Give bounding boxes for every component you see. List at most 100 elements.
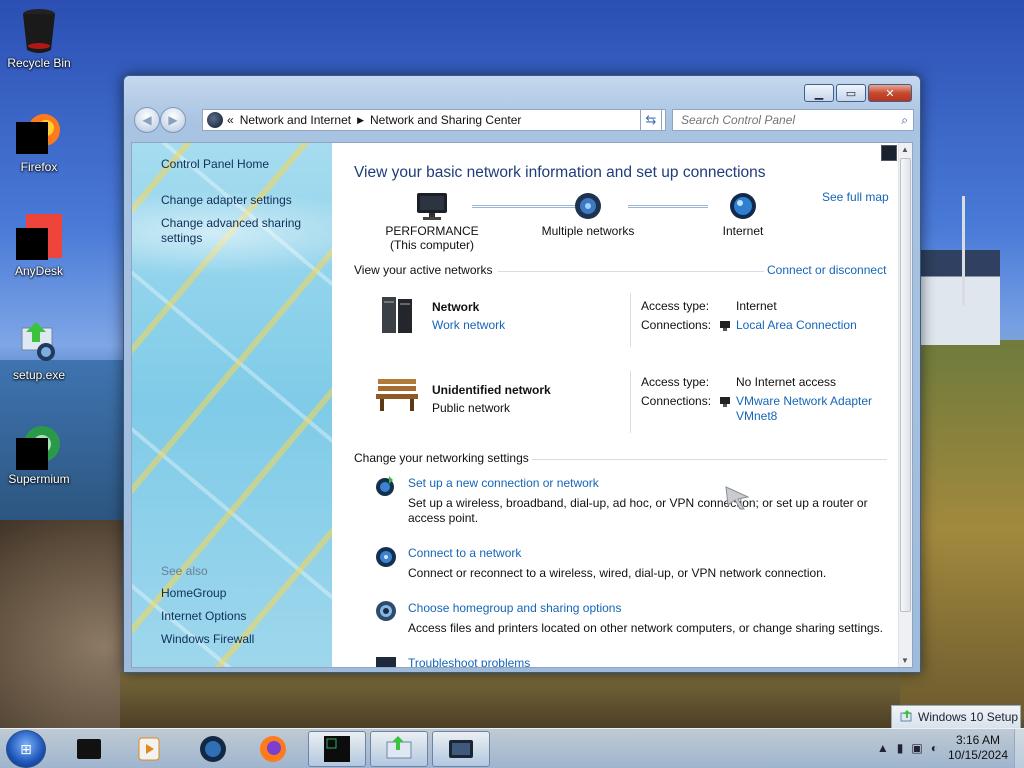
main-panel: View your basic network information and … [332, 143, 900, 667]
desktop-icon-supermium[interactable]: Supermium [4, 422, 74, 486]
toast-label: Windows 10 Setup [918, 710, 1019, 724]
back-arrow-icon: ◀ [142, 113, 152, 127]
taskbar-item-setup[interactable] [370, 731, 428, 767]
address-overflow-chevron[interactable]: « [227, 113, 234, 127]
maximize-button[interactable]: ▭ [836, 84, 866, 102]
windows-setup-toast[interactable]: Windows 10 Setup [891, 705, 1021, 729]
homegroup-sharing-desc: Access files and printers located on oth… [408, 621, 883, 635]
forward-button[interactable]: ▶ [160, 107, 186, 133]
network-divider [630, 293, 631, 347]
search-icon[interactable]: ⌕ [901, 113, 908, 128]
troubleshoot-icon [374, 653, 398, 667]
clock[interactable]: 3:16 AM 10/15/2024 [948, 733, 1008, 763]
tray-expand-icon[interactable]: ▲ [877, 741, 889, 755]
connect-disconnect-link[interactable]: Connect or disconnect [767, 263, 886, 277]
network-2-name: Unidentified network [432, 383, 551, 397]
network-2-access-label: Access type: [641, 375, 710, 389]
tray-network-icon[interactable]: ▣ [911, 741, 922, 755]
map-multiple-networks[interactable]: Multiple networks [528, 191, 648, 238]
vertical-scrollbar[interactable]: ▲ ▼ [898, 143, 912, 667]
minimize-button[interactable]: ▁ [804, 84, 834, 102]
multiple-networks-icon [575, 193, 601, 219]
help-icon[interactable] [881, 145, 897, 161]
taskbar-item-firefox[interactable] [244, 731, 302, 767]
vmware-adapter-line1: VMware Network Adapter [736, 394, 873, 408]
desktop-icon-anydesk[interactable]: AnyDesk [4, 214, 74, 278]
ethernet-adapter-icon [718, 394, 732, 411]
desktop-icon-firefox[interactable]: Firefox [4, 110, 74, 174]
start-button[interactable]: ⊞ [6, 730, 46, 768]
firefox-icon [260, 736, 286, 762]
setup-icon [900, 709, 914, 725]
desktop-icon-recycle-bin[interactable]: Recycle Bin [4, 6, 74, 70]
anydesk-icon [16, 214, 62, 260]
terminal-icon [324, 736, 350, 762]
search-input[interactable] [673, 110, 883, 130]
public-network-bench-icon [374, 373, 420, 413]
network-1-type-link[interactable]: Work network [432, 318, 505, 332]
tray-volume-icon[interactable]: ◐ [931, 741, 938, 755]
vmware-adapter-link[interactable]: VMware Network Adapter VMnet8 [736, 394, 872, 424]
show-desktop-button[interactable] [1014, 729, 1024, 768]
vmware-adapter-line2: VMnet8 [736, 409, 778, 423]
breadcrumb-arrow-icon[interactable]: ▶ [357, 115, 364, 126]
firefox-icon [16, 110, 62, 156]
troubleshoot-link[interactable]: Troubleshoot problems [408, 656, 530, 667]
refresh-button[interactable]: ⇆ [640, 109, 662, 131]
tray-app-icon[interactable]: ▮ [897, 741, 904, 755]
map-internet[interactable]: Internet [688, 191, 798, 238]
homegroup-sharing-link[interactable]: Choose homegroup and sharing options [408, 601, 621, 615]
sidebar-homegroup[interactable]: HomeGroup [161, 586, 226, 601]
back-button[interactable]: ◀ [134, 107, 160, 133]
sidebar-windows-firewall[interactable]: Windows Firewall [161, 632, 254, 647]
scroll-up-icon[interactable]: ▲ [901, 145, 909, 154]
maximize-icon: ▭ [845, 87, 857, 100]
see-full-map-link[interactable]: See full map [822, 190, 889, 204]
connect-network-icon [374, 545, 398, 572]
taskbar-item-terminal[interactable] [308, 731, 366, 767]
recycle-bin-icon [16, 6, 62, 53]
map-multiple-networks-label: Multiple networks [541, 224, 635, 238]
network-globe-icon [200, 736, 226, 762]
networking-settings-heading: Change your networking settings [354, 451, 529, 465]
sidebar-internet-options[interactable]: Internet Options [161, 609, 246, 624]
map-computer-sub: (This computer) [389, 238, 475, 252]
taskbar-item-control-panel[interactable] [432, 731, 490, 767]
section-divider [498, 271, 764, 272]
sidebar-change-advanced-sharing[interactable]: Change advanced sharing settings [161, 216, 311, 246]
active-networks-heading: View your active networks [354, 263, 493, 277]
close-button[interactable]: ✕ [868, 84, 912, 102]
map-computer-name: PERFORMANCE [385, 224, 479, 238]
task-desc-line: access point. [408, 511, 479, 525]
network-server-icon [380, 295, 416, 335]
forward-arrow-icon: ▶ [168, 113, 178, 127]
breadcrumb-network-sharing-center[interactable]: Network and Sharing Center [370, 113, 521, 127]
setup-new-connection-desc: Set up a wireless, broadband, dial-up, a… [408, 496, 868, 526]
scroll-thumb[interactable] [900, 158, 911, 612]
network-2-type: Public network [432, 401, 511, 415]
connect-to-network-link[interactable]: Connect to a network [408, 546, 521, 560]
control-panel-icon [449, 740, 473, 758]
homegroup-icon [374, 599, 398, 626]
desktop-icon-setup-exe[interactable]: setup.exe [4, 318, 74, 382]
network-location-icon [207, 112, 223, 128]
wallpaper-flagpole [962, 196, 965, 306]
desktop-icon-label: Supermium [8, 472, 70, 486]
scroll-down-icon[interactable]: ▼ [901, 656, 909, 665]
map-this-computer[interactable]: PERFORMANCE (This computer) [372, 191, 492, 252]
local-area-connection-link[interactable]: Local Area Connection [736, 318, 857, 332]
breadcrumb-network-and-internet[interactable]: Network and Internet [240, 113, 351, 127]
sidebar-control-panel-home[interactable]: Control Panel Home [161, 157, 269, 172]
taskbar-item-media-player[interactable] [120, 731, 178, 767]
setup-new-connection-link[interactable]: Set up a new connection or network [408, 476, 599, 490]
map-internet-label: Internet [722, 224, 764, 238]
page-title: View your basic network information and … [354, 164, 766, 181]
taskbar-item-dark-app[interactable] [60, 731, 118, 767]
setup-icon [386, 736, 412, 759]
taskbar-item-network[interactable] [184, 731, 242, 767]
sidebar-change-adapter-settings[interactable]: Change adapter settings [161, 193, 292, 208]
address-bar[interactable]: « Network and Internet ▶ Network and Sha… [202, 109, 666, 131]
window-controls: ▁ ▭ ✕ [804, 84, 912, 102]
media-player-icon [138, 737, 160, 761]
mouse-cursor-icon [725, 486, 750, 510]
